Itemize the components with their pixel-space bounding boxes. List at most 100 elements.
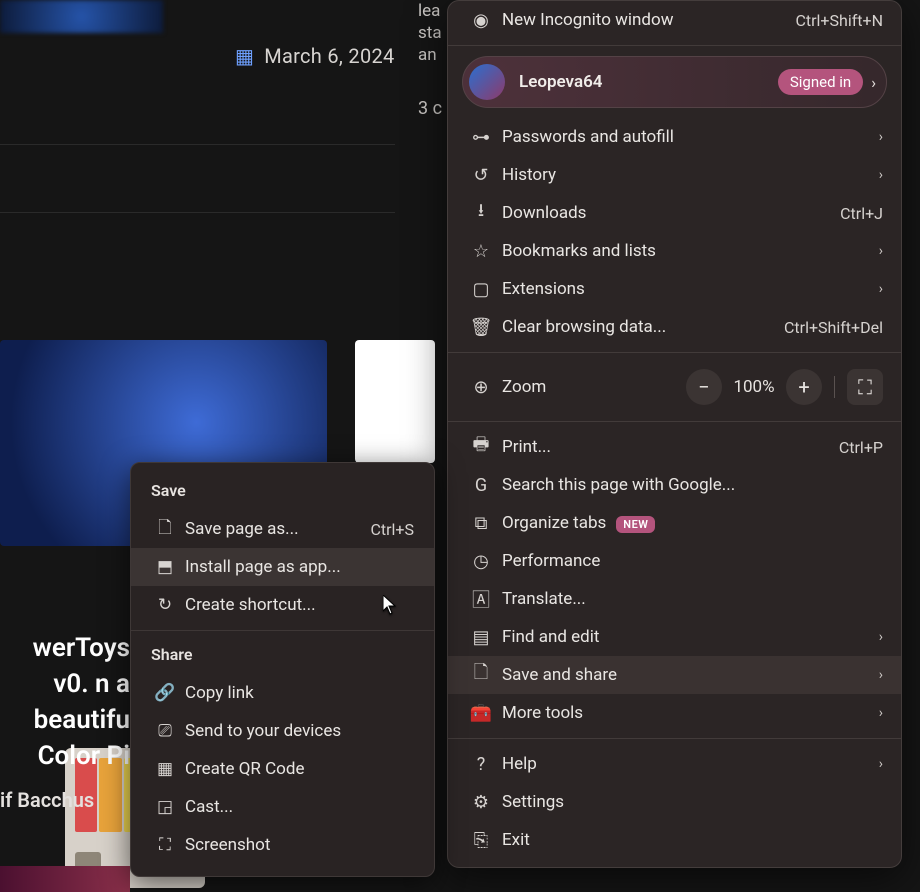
menu-item[interactable]: ⚙Settings [448, 783, 901, 821]
article-stripe [0, 866, 130, 892]
chevron-right-icon: › [879, 167, 883, 183]
article-headline: werToys v0. n a beautifu Color Pi [0, 630, 130, 774]
fullscreen-button[interactable]: ⛶ [847, 369, 883, 405]
speedo-icon: ◷ [466, 551, 496, 572]
menu-new-incognito[interactable]: ◉ New Incognito window Ctrl+Shift+N [448, 1, 901, 39]
article-date: ▦ March 6, 2024 [235, 44, 395, 68]
new-badge: NEW [616, 516, 655, 533]
google-icon: G [466, 475, 496, 496]
menu-item[interactable]: 🄰Translate... [448, 580, 901, 618]
menu-item-label: Help [496, 754, 869, 774]
menu-item[interactable]: 🧰More tools › [448, 694, 901, 732]
date-text: March 6, 2024 [264, 44, 394, 68]
zoom-in-button[interactable]: + [786, 369, 822, 405]
translate-icon: 🄰 [466, 586, 496, 612]
menu-item[interactable]: ☆Bookmarks and lists› [448, 232, 901, 270]
mouse-cursor [383, 595, 397, 615]
chevron-right-icon: › [879, 129, 883, 145]
qr-icon: ▦ [151, 759, 179, 779]
chevron-right-icon: › [879, 243, 883, 259]
menu-item[interactable]: ⎘Exit [448, 821, 901, 859]
article-thumb [0, 0, 163, 33]
menu-item[interactable]: ⧉Organize tabsNEW [448, 504, 901, 542]
link-icon: 🔗 [151, 683, 179, 703]
submenu-item-label: Copy link [179, 683, 414, 703]
devices-icon: ⎚ [151, 721, 179, 741]
menu-item[interactable]: 🗋Save and share› [448, 656, 901, 694]
menu-item[interactable]: ?Help › [448, 745, 901, 783]
menu-item[interactable]: 🖶Print...Ctrl+P [448, 428, 901, 466]
menu-item-label: Extensions [496, 279, 869, 299]
zoom-out-button[interactable]: − [686, 369, 722, 405]
menu-item-label: Translate... [496, 589, 883, 609]
menu-item-label: Exit [496, 830, 883, 850]
submenu-item-shortcut: Ctrl+S [370, 520, 414, 539]
trash-icon: 🗑 [466, 317, 496, 338]
menu-separator [448, 421, 901, 422]
menu-item[interactable]: ⭳DownloadsCtrl+J [448, 194, 901, 232]
menu-item[interactable]: ⊶Passwords and autofill› [448, 118, 901, 156]
menu-item[interactable]: ▢Extensions› [448, 270, 901, 308]
menu-item-label: Print... [496, 437, 839, 457]
submenu-heading-share: Share [131, 637, 434, 674]
menu-item-label: History [496, 165, 869, 185]
chevron-right-icon: › [871, 73, 876, 92]
submenu-item[interactable]: ⎚Send to your devices [131, 712, 434, 750]
profile-row[interactable]: Leopeva64 Signed in › [462, 56, 887, 108]
save-icon: 🗋 [466, 660, 496, 690]
cast-icon: ◲ [151, 797, 179, 817]
menu-item-label: Find and edit [496, 627, 869, 647]
divider [0, 212, 395, 213]
submenu-item-label: Send to your devices [179, 721, 414, 741]
chevron-right-icon: › [879, 667, 883, 683]
submenu-item[interactable]: ⛶Screenshot [131, 826, 434, 864]
comment-count-snippet: 3 c [418, 98, 442, 119]
chevron-right-icon: › [879, 756, 883, 772]
submenu-item[interactable]: ▦Create QR Code [131, 750, 434, 788]
divider [834, 376, 835, 398]
page-icon: 🗋 [151, 515, 179, 544]
menu-separator [448, 738, 901, 739]
shortcut-icon: ↻ [151, 595, 179, 615]
menu-item-label: More tools [496, 703, 869, 723]
menu-item-label: Bookmarks and lists [496, 241, 869, 261]
tools-icon: 🧰 [466, 703, 496, 724]
zoom-level: 100% [732, 377, 776, 397]
calendar-icon: ▦ [235, 44, 254, 68]
menu-item-label: Performance [496, 551, 883, 571]
avatar [469, 64, 505, 100]
menu-item[interactable]: ↺History› [448, 156, 901, 194]
find-icon: ▤ [466, 627, 496, 648]
submenu-item[interactable]: ⬒Install page as app... [131, 548, 434, 586]
menu-item[interactable]: 🗑Clear browsing data...Ctrl+Shift+Del [448, 308, 901, 346]
menu-item-shortcut: Ctrl+Shift+N [795, 11, 883, 30]
menu-item[interactable]: GSearch this page with Google... [448, 466, 901, 504]
menu-separator [131, 630, 434, 631]
menu-item[interactable]: ▤Find and edit › [448, 618, 901, 656]
help-icon: ? [466, 754, 496, 775]
chevron-right-icon: › [879, 629, 883, 645]
profile-name: Leopeva64 [519, 72, 778, 92]
chevron-right-icon: › [879, 705, 883, 721]
submenu-heading-save: Save [131, 473, 434, 510]
article-author: if Bacchus [0, 788, 94, 812]
submenu-item[interactable]: 🔗Copy link [131, 674, 434, 712]
article-card-doc [355, 340, 435, 463]
menu-item-label: Downloads [496, 203, 840, 223]
chevron-right-icon: › [879, 281, 883, 297]
submenu-item-label: Screenshot [179, 835, 414, 855]
submenu-item-label: Create shortcut... [179, 595, 414, 615]
menu-item[interactable]: ◷Performance [448, 542, 901, 580]
menu-item-label: Search this page with Google... [496, 475, 883, 495]
submenu-item[interactable]: 🗋Save page as...Ctrl+S [131, 510, 434, 548]
install-icon: ⬒ [151, 557, 179, 577]
zoom-label: Zoom [496, 377, 686, 397]
tabs-icon: ⧉ [466, 513, 496, 534]
menu-item-label: Clear browsing data... [496, 317, 784, 337]
key-icon: ⊶ [466, 127, 496, 148]
menu-item-label: Settings [496, 792, 883, 812]
submenu-item-label: Cast... [179, 797, 414, 817]
submenu-item[interactable]: ◲Cast... [131, 788, 434, 826]
menu-item-shortcut: Ctrl+P [839, 438, 883, 457]
submenu-item-label: Create QR Code [179, 759, 414, 779]
